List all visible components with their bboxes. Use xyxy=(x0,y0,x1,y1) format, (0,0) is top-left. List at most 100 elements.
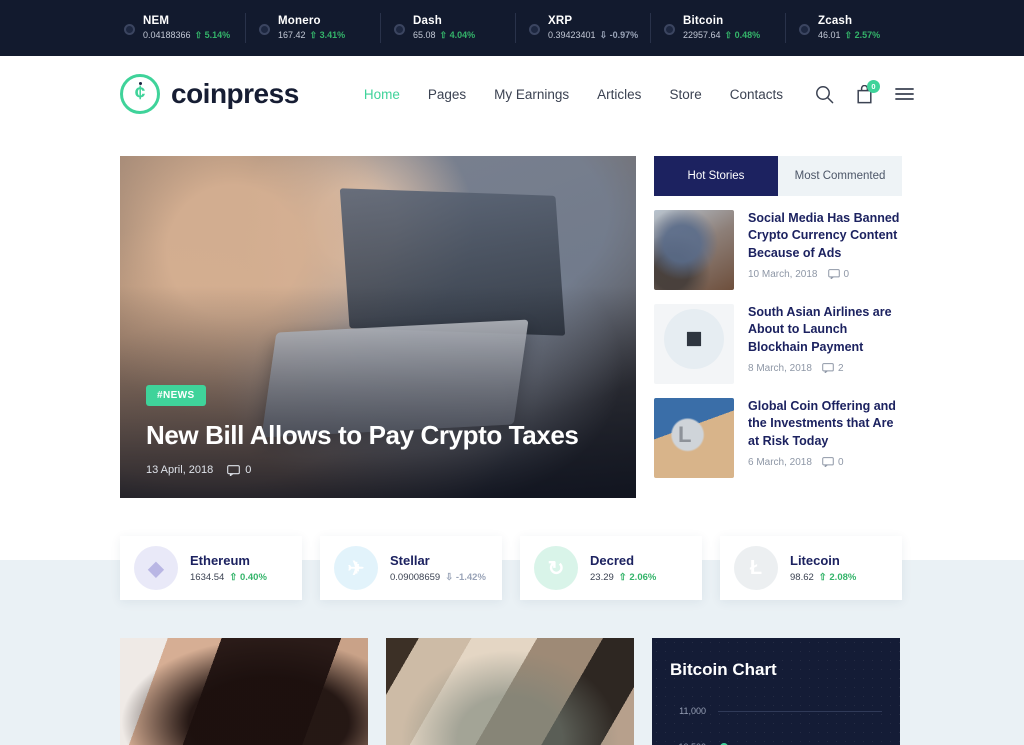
coin-card-decred[interactable]: ↻ Decred 23.29 ⇧ 2.06% xyxy=(520,536,702,600)
coin-price: 1634.54 xyxy=(190,572,225,583)
coin-dot-icon xyxy=(529,23,540,35)
story-thumbnail xyxy=(654,398,734,478)
ticker-coin-change: ⇧ 3.41% xyxy=(309,29,346,40)
story-title[interactable]: South Asian Airlines are About to Launch… xyxy=(748,304,902,356)
coin-dot-icon xyxy=(664,23,675,35)
logo-text: coinpress xyxy=(171,78,299,109)
coin-card-ethereum[interactable]: ◆ Ethereum 1634.54 ⇧ 0.40% xyxy=(120,536,302,600)
page-body: #NEWS New Bill Allows to Pay Crypto Taxe… xyxy=(0,132,1024,745)
coin-name: Decred xyxy=(590,553,635,568)
nav-item-articles[interactable]: Articles xyxy=(597,87,641,102)
featured-article-card[interactable]: #NEWS New Bill Allows to Pay Crypto Taxe… xyxy=(120,156,636,498)
ticker-coin-name: Dash xyxy=(413,15,442,28)
sidebar-tabs: Hot Stories Most Commented xyxy=(654,156,902,196)
ticker-coin-price: 0.39423401 xyxy=(548,29,596,40)
hamburger-menu-icon[interactable] xyxy=(895,87,914,101)
decred-icon: ↻ xyxy=(534,546,578,590)
ticker-item[interactable]: Zcash 46.01 ⇧ 2.57% xyxy=(785,0,920,56)
coin-name: Stellar xyxy=(390,553,430,568)
coin-price-cards: ◆ Ethereum 1634.54 ⇧ 0.40% ✈ Stellar 0.0… xyxy=(120,498,914,600)
story-comment-count: 0 xyxy=(827,269,849,280)
site-logo[interactable]: ¢ coinpress xyxy=(120,74,299,114)
category-tag[interactable]: #NEWS xyxy=(146,385,206,406)
ticker-coin-name: Bitcoin xyxy=(683,15,724,28)
nav-item-store[interactable]: Store xyxy=(669,87,701,102)
nav-item-contacts[interactable]: Contacts xyxy=(730,87,783,102)
gridline xyxy=(718,710,882,712)
list-item[interactable]: Social Media Has Banned Crypto Currency … xyxy=(654,210,902,290)
chart-gridline-row: 11,000 xyxy=(670,706,882,716)
nav-item-pages[interactable]: Pages xyxy=(428,87,466,102)
coin-logo-icon: ¢ xyxy=(120,74,160,114)
tab-hot-stories[interactable]: Hot Stories xyxy=(654,156,778,196)
ticker-item[interactable]: Bitcoin 22957.64 ⇧ 0.48% xyxy=(650,0,785,56)
coin-name: Litecoin xyxy=(790,553,840,568)
ethereum-icon: ◆ xyxy=(134,546,178,590)
coin-price: 23.29 xyxy=(590,572,614,583)
y-axis-tick-label: 11,000 xyxy=(679,706,706,716)
ticker-coin-change: ⇧ 4.04% xyxy=(439,29,476,40)
tab-most-commented[interactable]: Most Commented xyxy=(778,156,902,196)
list-item[interactable]: South Asian Airlines are About to Launch… xyxy=(654,304,902,384)
ticker-coin-change: ⇧ 5.14% xyxy=(194,29,231,40)
coin-dot-icon xyxy=(394,23,405,35)
ticker-item[interactable]: Dash 65.08 ⇧ 4.04% xyxy=(380,0,515,56)
chart-title: Bitcoin Chart xyxy=(670,660,777,679)
article-comment-count: 0 xyxy=(227,464,251,476)
ticker-coin-change: ⇩ -0.97% xyxy=(599,29,639,40)
ticker-item[interactable]: Monero 167.42 ⇧ 3.41% xyxy=(245,0,380,56)
cart-count-badge: 0 xyxy=(867,79,880,93)
header-icon-group: 0 xyxy=(815,79,914,104)
ticker-coin-name: XRP xyxy=(548,15,573,28)
story-comment-count: 2 xyxy=(822,363,844,374)
featured-article-body: #NEWS New Bill Allows to Pay Crypto Taxe… xyxy=(146,385,610,476)
ticker-item[interactable]: XRP 0.39423401 ⇩ -0.97% xyxy=(515,0,650,56)
stellar-rocket-icon: ✈ xyxy=(334,546,378,590)
coin-dot-icon xyxy=(124,23,135,35)
coin-change: ⇧ 2.08% xyxy=(818,572,857,583)
coin-change: ⇧ 2.06% xyxy=(618,572,657,583)
article-card-middle[interactable]: Blockchain at the T xyxy=(386,638,634,745)
story-title[interactable]: Social Media Has Banned Crypto Currency … xyxy=(748,210,902,262)
featured-article-meta: 13 April, 2018 0 xyxy=(146,464,610,476)
story-thumbnail xyxy=(654,210,734,290)
nav-item-home[interactable]: Home xyxy=(364,87,400,102)
coin-change: ⇩ -1.42% xyxy=(445,572,486,583)
featured-row: #NEWS New Bill Allows to Pay Crypto Taxe… xyxy=(120,132,914,498)
ticker-coin-name: Monero xyxy=(278,15,321,28)
story-title[interactable]: Global Coin Offering and the Investments… xyxy=(748,398,902,450)
cart-icon[interactable]: 0 xyxy=(856,79,880,104)
ticker-coin-price: 0.04188366 xyxy=(143,29,191,40)
coin-card-litecoin[interactable]: Ł Litecoin 98.62 ⇧ 2.08% xyxy=(720,536,902,600)
article-date: 13 April, 2018 xyxy=(146,464,214,476)
coin-price: 98.62 xyxy=(790,572,814,583)
coin-price: 0.09008659 xyxy=(390,572,441,583)
ticker-coin-price: 22957.64 xyxy=(683,29,721,40)
ticker-coin-name: NEM xyxy=(143,15,170,28)
ticker-item[interactable]: NEM 0.04188366 ⇧ 5.14% xyxy=(110,0,245,56)
ticker-coin-change: ⇧ 0.48% xyxy=(724,29,761,40)
coin-change: ⇧ 0.40% xyxy=(229,572,267,583)
story-date: 6 March, 2018 xyxy=(748,456,812,468)
bottom-card-row: Blockchain at the T Bitcoin Chart 11,000… xyxy=(120,600,914,745)
coin-name: Ethereum xyxy=(190,553,250,568)
ticker-coin-change: ⇧ 2.57% xyxy=(844,29,881,40)
story-thumbnail xyxy=(654,304,734,384)
coin-card-stellar[interactable]: ✈ Stellar 0.09008659 ⇩ -1.42% xyxy=(320,536,502,600)
ticker-coin-price: 65.08 xyxy=(413,29,436,40)
bitcoin-chart-widget: Bitcoin Chart 11,000 10,500 xyxy=(652,638,900,745)
list-item[interactable]: Global Coin Offering and the Investments… xyxy=(654,398,902,478)
coin-dot-icon xyxy=(799,23,810,35)
search-icon[interactable] xyxy=(815,85,834,104)
ticker-coin-price: 46.01 xyxy=(818,29,841,40)
nav-item-my-earnings[interactable]: My Earnings xyxy=(494,87,569,102)
site-header: ¢ coinpress Home Pages My Earnings Artic… xyxy=(0,56,1024,132)
chart-plot-area: 11,000 10,500 xyxy=(670,706,882,745)
story-date: 10 March, 2018 xyxy=(748,268,818,280)
story-list: Social Media Has Banned Crypto Currency … xyxy=(654,196,902,478)
featured-article-title[interactable]: New Bill Allows to Pay Crypto Taxes xyxy=(146,420,610,451)
article-card-left[interactable] xyxy=(120,638,368,745)
sidebar: Hot Stories Most Commented Social Media … xyxy=(654,156,902,498)
ticker-coin-name: Zcash xyxy=(818,15,853,28)
ticker-coin-price: 167.42 xyxy=(278,29,306,40)
